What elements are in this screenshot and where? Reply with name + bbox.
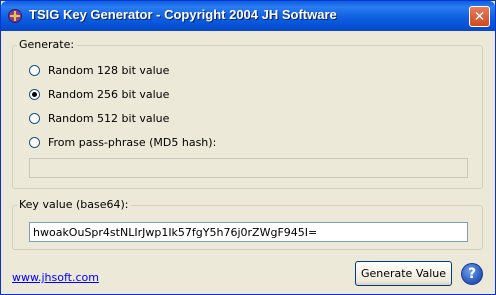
radio-label: Random 128 bit value	[48, 63, 170, 77]
main-window: TSIG Key Generator - Copyright 2004 JH S…	[0, 0, 496, 295]
passphrase-input[interactable]	[29, 158, 468, 178]
radio-button[interactable]	[29, 136, 40, 148]
radio-label: Random 512 bit value	[48, 111, 170, 125]
radio-128bit[interactable]: Random 128 bit value	[29, 62, 169, 78]
radio-256bit[interactable]: Random 256 bit value	[29, 86, 169, 102]
radio-button[interactable]	[29, 64, 40, 76]
title-bar[interactable]: TSIG Key Generator - Copyright 2004 JH S…	[1, 1, 495, 31]
radio-button-selected[interactable]	[29, 88, 40, 100]
radio-passphrase[interactable]: From pass-phrase (MD5 hash):	[29, 134, 216, 150]
window-title: TSIG Key Generator - Copyright 2004 JH S…	[29, 7, 337, 22]
generate-group-legend: Generate:	[17, 38, 77, 51]
generate-value-button[interactable]: Generate Value	[355, 261, 452, 286]
radio-label: Random 256 bit value	[48, 87, 170, 101]
key-value-field[interactable]: hwoakOuSpr4stNLIrJwp1Ik57fgY5h76j0rZWgF9…	[29, 222, 468, 242]
radio-button[interactable]	[29, 112, 40, 124]
help-icon[interactable]: ?	[461, 263, 483, 285]
radio-512bit[interactable]: Random 512 bit value	[29, 110, 169, 126]
radio-label: From pass-phrase (MD5 hash):	[48, 135, 217, 149]
key-value-group-legend: Key value (base64):	[17, 198, 131, 211]
website-link[interactable]: www.jhsoft.com	[12, 271, 99, 284]
app-icon	[8, 9, 22, 23]
close-button[interactable]: ✕	[469, 6, 490, 27]
close-icon: ✕	[473, 9, 486, 25]
